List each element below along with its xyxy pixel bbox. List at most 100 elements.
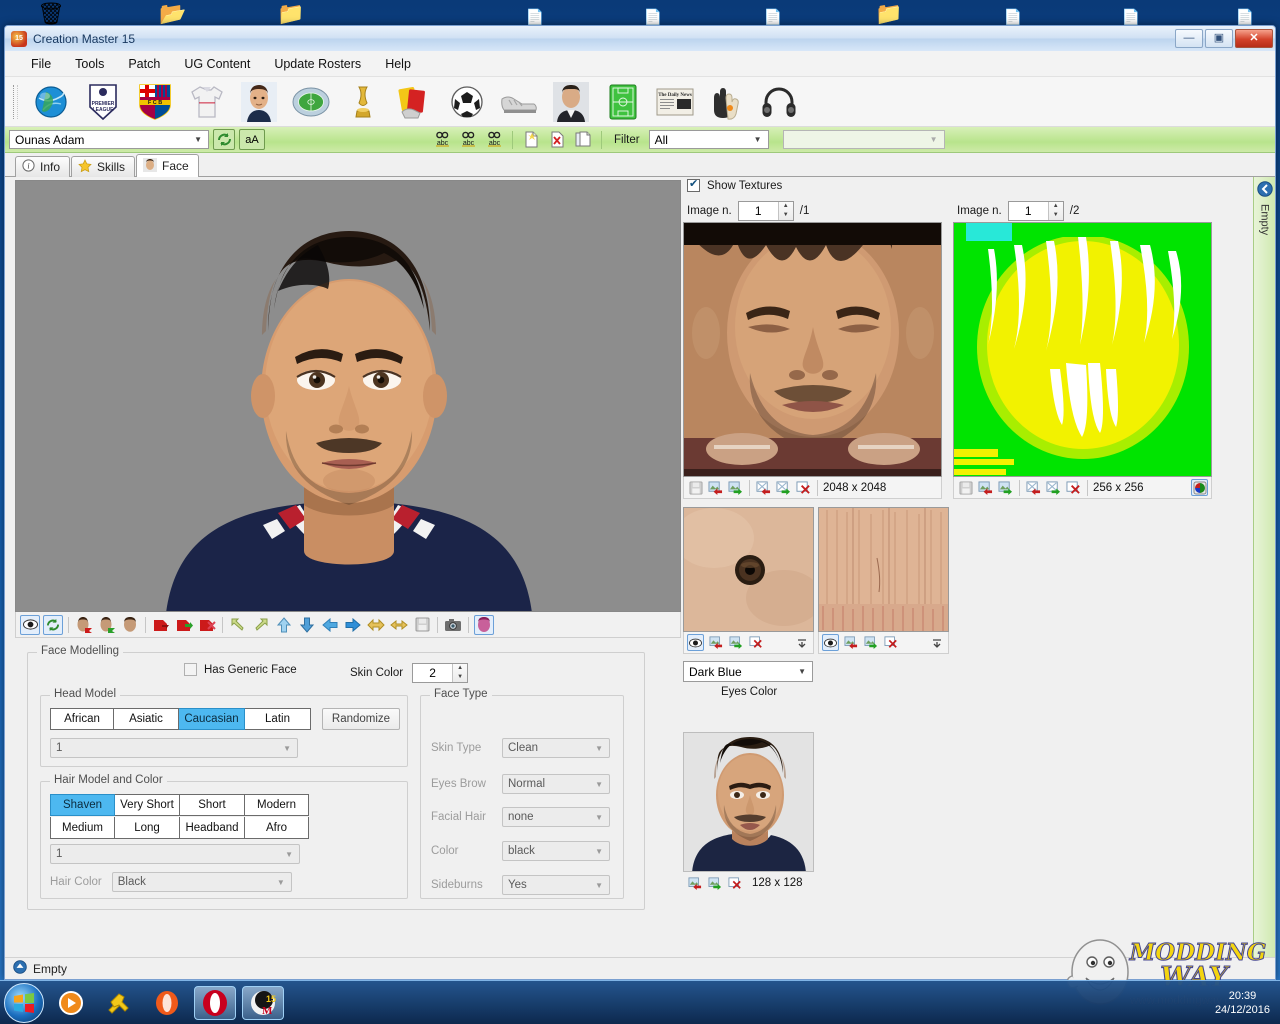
player-select[interactable]: Ounas Adam ▼	[9, 130, 209, 149]
export-icon[interactable]	[862, 634, 879, 651]
delete-alpha-icon[interactable]	[795, 479, 812, 496]
menu-item-tools[interactable]: Tools	[63, 54, 116, 74]
save-icon[interactable]	[957, 479, 974, 496]
newspaper-icon[interactable]: The Daily News	[652, 81, 698, 123]
globe-icon[interactable]	[28, 81, 74, 123]
delete-icon[interactable]	[882, 634, 899, 651]
thumbnail-hair-texture[interactable]	[818, 507, 949, 632]
export-alpha-icon[interactable]	[775, 479, 792, 496]
goalkeeper-gloves-icon[interactable]	[704, 81, 750, 123]
export-alpha-icon[interactable]	[1045, 479, 1062, 496]
delete-icon[interactable]	[747, 634, 764, 651]
export-icon[interactable]	[727, 479, 744, 496]
more-icon[interactable]	[793, 634, 810, 651]
more-icon[interactable]	[928, 634, 945, 651]
taskbar-clock[interactable]: 20:39 24/12/2016	[1215, 989, 1270, 1017]
eye-icon[interactable]	[687, 634, 704, 651]
club-badge-icon[interactable]: F C B	[132, 81, 178, 123]
head-model-caucasian[interactable]: Caucasian	[179, 708, 245, 730]
head-model-asiatic[interactable]: Asiatic	[114, 708, 179, 730]
pitch-tactics-icon[interactable]	[600, 81, 646, 123]
tab-info[interactable]: i Info	[15, 156, 70, 177]
hair-medium[interactable]: Medium	[50, 817, 115, 839]
spin-down-icon[interactable]: ▼	[453, 673, 467, 682]
close-button[interactable]: ✕	[1235, 29, 1273, 48]
maximize-button[interactable]: ▣	[1205, 29, 1233, 48]
export-mesh-green-icon[interactable]	[174, 615, 194, 635]
spin-up-icon[interactable]: ▲	[779, 202, 793, 211]
taskbar-media-player-icon[interactable]	[50, 986, 92, 1020]
texture-preview-alpha[interactable]	[953, 222, 1212, 477]
desktop-icon-recycle-bin[interactable]: 🗑	[28, 2, 74, 26]
head-model-latin[interactable]: Latin	[245, 708, 311, 730]
toolbar-grip[interactable]	[13, 85, 18, 119]
spin-down-icon[interactable]: ▼	[1049, 211, 1063, 220]
copy-doc-icon[interactable]	[572, 129, 594, 150]
hair-very-short[interactable]: Very Short	[115, 794, 180, 816]
face-3d-viewport[interactable]	[15, 180, 681, 612]
football-ball-icon[interactable]	[444, 81, 490, 123]
filter-select[interactable]: All ▼	[649, 130, 769, 149]
hair-model-index-select[interactable]: 1 ▼	[50, 844, 300, 864]
eyes-color-select[interactable]: Dark Blue ▼	[683, 661, 813, 682]
secondary-select[interactable]: ▼	[783, 130, 945, 149]
export-icon[interactable]	[997, 479, 1014, 496]
head-plain-icon[interactable]	[120, 615, 140, 635]
hair-headband[interactable]: Headband	[180, 817, 245, 839]
find-abc-icon[interactable]: abc	[431, 129, 453, 150]
menu-item-help[interactable]: Help	[373, 54, 423, 74]
head-red-icon[interactable]	[74, 615, 94, 635]
rotate-left-icon[interactable]	[228, 615, 248, 635]
taskbar-creation-master-icon[interactable]: 15M	[242, 986, 284, 1020]
tab-skills[interactable]: Skills	[71, 156, 135, 177]
start-orb-icon[interactable]	[4, 983, 44, 1023]
move-right-icon[interactable]	[343, 615, 363, 635]
move-down-icon[interactable]	[297, 615, 317, 635]
hair-color-select[interactable]: Black ▼	[112, 872, 292, 892]
import-icon[interactable]	[707, 479, 724, 496]
palette-icon[interactable]	[1191, 479, 1208, 496]
move-left-icon[interactable]	[320, 615, 340, 635]
screenshot-icon[interactable]	[443, 615, 463, 635]
menu-item-file[interactable]: File	[19, 54, 63, 74]
hair-modern[interactable]: Modern	[245, 794, 309, 816]
premier-league-icon[interactable]: PREMIERLEAGUE	[80, 81, 126, 123]
head-model-african[interactable]: African	[50, 708, 114, 730]
randomize-button[interactable]: Randomize	[322, 708, 400, 730]
desktop-icon-folder-yellow-2[interactable]: 📁	[866, 2, 912, 26]
delete-mesh-icon[interactable]	[197, 615, 217, 635]
mirror-h-icon[interactable]	[366, 615, 386, 635]
desktop-icon-folder-blue[interactable]: 📂	[150, 2, 196, 26]
has-generic-face-checkbox[interactable]	[184, 663, 197, 676]
menu-item-patch[interactable]: Patch	[116, 54, 172, 74]
skin-type-select[interactable]: Clean ▼	[502, 738, 610, 758]
save-icon[interactable]	[412, 615, 432, 635]
eyes-brow-select[interactable]: Normal ▼	[502, 774, 610, 794]
headphones-icon[interactable]	[756, 81, 802, 123]
sideburns-select[interactable]: Yes ▼	[502, 875, 610, 895]
thumbnail-eye-texture[interactable]	[683, 507, 814, 632]
image-n-stepper-a[interactable]: 1 ▲▼	[738, 201, 794, 221]
spin-down-icon[interactable]: ▼	[779, 211, 793, 220]
hair-short[interactable]: Short	[180, 794, 245, 816]
menu-item-ug-content[interactable]: UG Content	[172, 54, 262, 74]
find-next-abc-icon[interactable]: abc	[483, 129, 505, 150]
skin-color-spin-buttons[interactable]: ▲▼	[452, 664, 467, 682]
head-magenta-icon[interactable]	[474, 615, 494, 635]
import-mesh-red-icon[interactable]	[151, 615, 171, 635]
image-n-stepper-b[interactable]: 1 ▲▼	[1008, 201, 1064, 221]
menu-item-update-rosters[interactable]: Update Rosters	[262, 54, 373, 74]
import-icon[interactable]	[977, 479, 994, 496]
taskbar-tools-icon[interactable]	[98, 986, 140, 1020]
export-icon[interactable]	[727, 634, 744, 651]
delete-alpha-icon[interactable]	[1065, 479, 1082, 496]
move-up-icon[interactable]	[274, 615, 294, 635]
spin-up-icon[interactable]: ▲	[453, 664, 467, 673]
cards-whistle-icon[interactable]	[392, 81, 438, 123]
refresh-model-icon[interactable]	[43, 615, 63, 635]
head-model-index-select[interactable]: 1 ▼	[50, 738, 298, 758]
image-n-spin-a[interactable]: ▲▼	[778, 202, 793, 220]
taskbar-opera-icon[interactable]	[194, 986, 236, 1020]
eye-icon[interactable]	[822, 634, 839, 651]
facial-hair-select[interactable]: none ▼	[502, 807, 610, 827]
